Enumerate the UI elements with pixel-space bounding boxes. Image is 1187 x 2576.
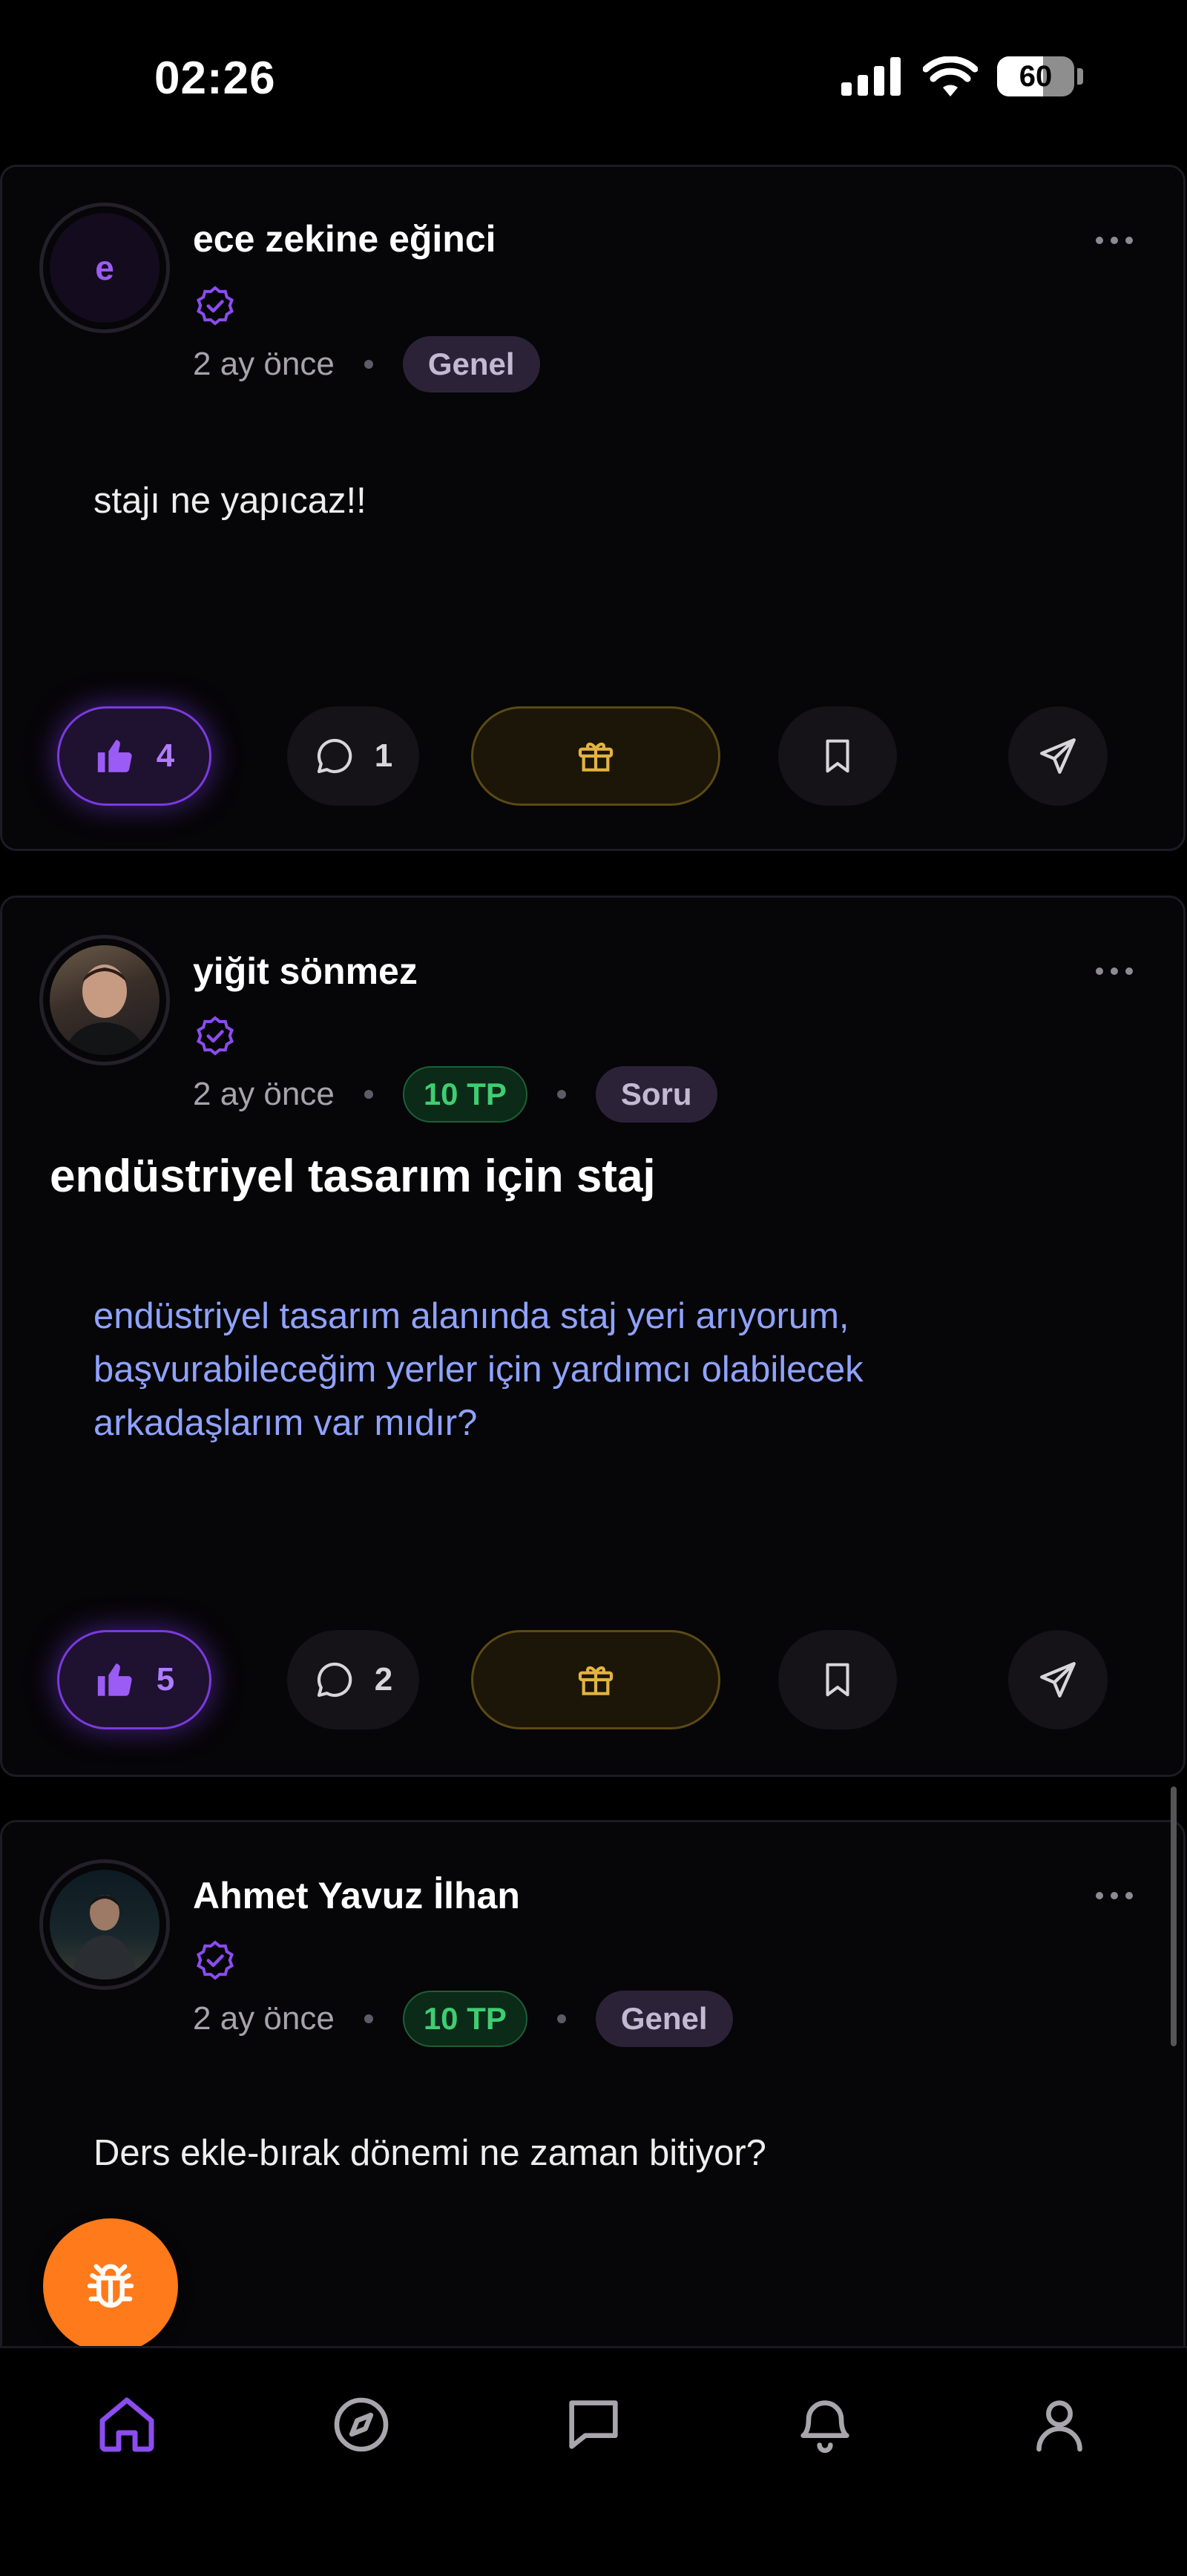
comment-icon [317, 738, 352, 774]
person-photo-icon [63, 965, 146, 1055]
author-name[interactable]: ece zekine eğinci [193, 217, 496, 260]
thumbs-up-icon [97, 740, 132, 772]
nav-notifications[interactable] [784, 2384, 866, 2465]
more-options-icon[interactable] [1096, 1892, 1133, 1899]
more-options-icon[interactable] [1096, 967, 1133, 975]
post-body-line: arkadaşlarım var mıdır? [93, 1403, 478, 1443]
avatar-photo [50, 1870, 160, 1979]
post-body: stajı ne yapıcaz!! [93, 481, 366, 521]
avatar[interactable] [39, 935, 170, 1065]
avatar[interactable]: e [39, 203, 170, 333]
share-button[interactable] [1008, 706, 1108, 806]
like-button[interactable]: 5 [57, 1630, 211, 1729]
status-icons: 60 [841, 56, 1083, 96]
bug-report-button[interactable] [43, 2218, 178, 2353]
post-card[interactable]: yiğit sönmez 2 ay önce 10 TP Soru endüst… [0, 896, 1186, 1777]
post-actions: 5 2 [2, 1630, 1187, 1734]
comment-button[interactable]: 1 [287, 706, 419, 806]
share-button[interactable] [1008, 1630, 1108, 1729]
nav-profile[interactable] [1019, 2384, 1100, 2465]
verified-badge-icon [197, 1940, 234, 1980]
profile-icon [1036, 2400, 1082, 2452]
post-actions: 4 1 [2, 706, 1187, 810]
category-badge[interactable]: Genel [595, 1991, 733, 2047]
bug-icon [87, 2264, 134, 2308]
meta-separator [556, 2014, 566, 2023]
comment-button[interactable]: 2 [287, 1630, 419, 1729]
meta-separator [364, 1090, 373, 1099]
post-meta: 2 ay önce 10 TP Soru [193, 1066, 717, 1123]
comment-count: 1 [374, 737, 393, 774]
home-icon [99, 2397, 154, 2452]
post-meta: 2 ay önce Genel [193, 336, 540, 392]
post-card[interactable]: Ahmet Yavuz İlhan 2 ay önce 10 TP Genel … [0, 1820, 1186, 2384]
avatar-photo [50, 945, 160, 1055]
post-body: Ders ekle-bırak dönemi ne zaman bitiyor? [93, 2133, 766, 2173]
bookmark-icon [826, 1663, 849, 1697]
gift-button[interactable] [471, 706, 720, 806]
verified-badge-icon [197, 286, 234, 326]
nav-messages[interactable] [553, 2384, 634, 2465]
bookmark-button[interactable] [778, 1630, 897, 1729]
battery-cap [1077, 68, 1083, 85]
meta-separator [364, 2014, 373, 2023]
gift-button[interactable] [471, 1630, 720, 1729]
like-count: 4 [156, 737, 175, 774]
category-badge[interactable]: Soru [595, 1066, 717, 1123]
post-body: endüstriyel tasarım alanında staj yeri a… [93, 1289, 864, 1450]
battery-level: 60 [1019, 59, 1053, 93]
bookmark-button[interactable] [778, 706, 897, 806]
send-icon [1040, 1662, 1076, 1698]
compass-icon [334, 2397, 389, 2452]
category-badge[interactable]: Genel [402, 336, 540, 392]
chat-icon [569, 2400, 618, 2449]
post-title[interactable]: endüstriyel tasarım için staj [50, 1150, 656, 1203]
post-body-line: endüstriyel tasarım alanında staj yeri a… [93, 1296, 849, 1336]
nav-explore[interactable] [320, 2384, 402, 2465]
bookmark-icon [826, 739, 849, 773]
author-name[interactable]: yiğit sönmez [193, 950, 418, 993]
scrollbar[interactable] [1171, 1787, 1177, 2046]
like-button[interactable]: 4 [57, 706, 211, 806]
send-icon [1040, 738, 1076, 774]
gift-icon [578, 1666, 614, 1695]
comment-count: 2 [374, 1661, 393, 1698]
thumbs-up-icon [97, 1663, 132, 1696]
post-time: 2 ay önce [193, 2000, 335, 2037]
gift-icon [578, 742, 614, 772]
avatar-initial: e [50, 213, 160, 323]
comment-icon [317, 1662, 352, 1698]
meta-separator [364, 360, 373, 369]
more-options-icon[interactable] [1096, 237, 1133, 244]
points-badge: 10 TP [402, 1991, 527, 2047]
bell-icon [800, 2400, 849, 2454]
nav-home[interactable] [86, 2384, 168, 2465]
post-time: 2 ay önce [193, 1076, 335, 1112]
battery-icon: 60 [997, 56, 1074, 96]
author-name[interactable]: Ahmet Yavuz İlhan [193, 1874, 520, 1917]
signal-icon [841, 57, 901, 96]
post-meta: 2 ay önce 10 TP Genel [193, 1991, 733, 2047]
post-time: 2 ay önce [193, 346, 335, 382]
bottom-navigation [0, 2346, 1187, 2576]
post-body-line: başvurabileceğim yerler için yardımcı ol… [93, 1350, 864, 1390]
meta-separator [556, 1090, 566, 1099]
post-card[interactable]: e ece zekine eğinci 2 ay önce Genel staj… [0, 165, 1186, 851]
person-photo-icon [72, 1895, 137, 1979]
status-time: 02:26 [154, 53, 276, 104]
like-count: 5 [156, 1661, 175, 1698]
status-bar: 02:26 60 [0, 0, 1187, 156]
points-badge: 10 TP [402, 1066, 527, 1123]
wifi-icon [923, 56, 978, 96]
verified-badge-icon [197, 1016, 234, 1056]
avatar[interactable] [39, 1859, 170, 1990]
